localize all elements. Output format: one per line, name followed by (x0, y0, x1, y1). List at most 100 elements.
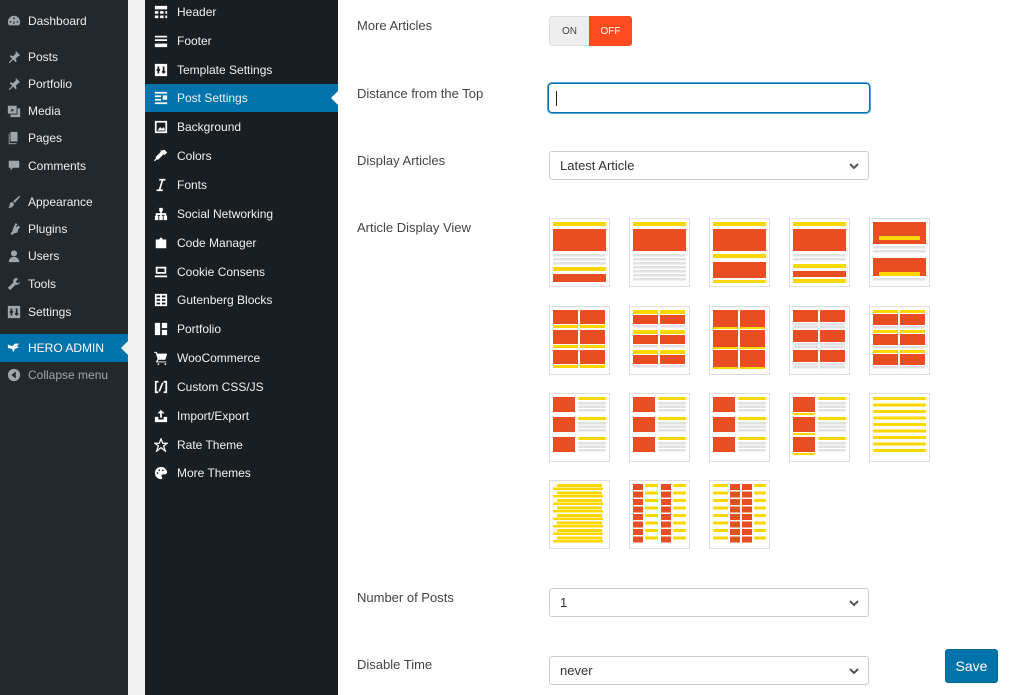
menu-label: Collapse menu (28, 368, 109, 382)
article-view-option-12[interactable] (629, 393, 690, 462)
chevron-down-icon (848, 665, 860, 677)
article-view-option-2[interactable] (629, 218, 690, 287)
menu-item-comments[interactable]: Comments (0, 152, 128, 180)
article-view-option-5[interactable] (869, 218, 930, 287)
menu-item-portfolio[interactable]: Portfolio (0, 70, 128, 98)
menu-item-tools[interactable]: Tools (0, 270, 128, 298)
article-view-option-11[interactable] (549, 393, 610, 462)
submenu-item-gutenberg-blocks[interactable]: Gutenberg Blocks (145, 286, 338, 314)
article-view-option-17[interactable] (629, 480, 690, 549)
save-button[interactable]: Save (945, 649, 998, 683)
media-icon (7, 104, 21, 118)
article-display-view-label: Article Display View (357, 220, 471, 235)
layout-thumbnail (793, 397, 846, 455)
palette-icon (154, 466, 168, 480)
submenu-item-woocommerce[interactable]: WooCommerce (145, 344, 338, 372)
layout-thumbnail (873, 310, 925, 369)
portfolio-icon (154, 322, 168, 336)
menu-item-dashboard[interactable]: Dashboard (0, 7, 128, 35)
submenu-item-code-manager[interactable]: Code Manager (145, 229, 338, 257)
menu-item-posts[interactable]: Posts (0, 43, 128, 71)
submenu-label: Template Settings (177, 63, 273, 77)
disable-time-select[interactable]: never (549, 656, 869, 685)
chevron-down-icon (848, 160, 860, 172)
submenu-item-header[interactable]: Header (145, 0, 338, 26)
number-posts-select[interactable]: 1 (549, 588, 869, 617)
menu-label: Media (28, 104, 61, 118)
submenu-item-social-networking[interactable]: Social Networking (145, 200, 338, 228)
submenu-label: Footer (177, 34, 212, 48)
article-view-option-18[interactable] (709, 480, 770, 549)
select-value: never (560, 663, 593, 678)
select-value: Latest Article (560, 158, 635, 173)
article-view-option-1[interactable] (549, 218, 610, 287)
cart-icon (154, 351, 168, 365)
chevron-down-icon (848, 597, 860, 609)
submenu-item-cookie-consens[interactable]: Cookie Consens (145, 258, 338, 286)
layout-thumbnail (713, 484, 766, 543)
submenu-item-import-export[interactable]: Import/Export (145, 402, 338, 430)
user-icon (7, 249, 21, 263)
submenu-label: Background (177, 120, 242, 134)
more-articles-toggle[interactable]: ON OFF (549, 16, 632, 46)
eyedropper-icon (154, 149, 168, 163)
article-view-option-14[interactable] (789, 393, 850, 462)
submenu-item-template-settings[interactable]: Template Settings (145, 56, 338, 84)
submenu-label: Social Networking (177, 207, 274, 221)
menu-item-media[interactable]: Media (0, 97, 128, 125)
submenu-item-rate-theme[interactable]: Rate Theme (145, 431, 338, 459)
submenu-item-portfolio[interactable]: Portfolio (145, 315, 338, 343)
submenu-item-more-themes[interactable]: More Themes (145, 459, 338, 487)
menu-label: Posts (28, 50, 59, 64)
submenu-item-post-settings[interactable]: Post Settings (145, 84, 338, 112)
distance-top-input[interactable] (548, 83, 870, 113)
article-view-option-4[interactable] (789, 218, 850, 287)
footer-icon (154, 34, 168, 48)
menu-label: HERO ADMIN (28, 341, 105, 355)
menu-item-appearance[interactable]: Appearance (0, 188, 128, 216)
code-icon (154, 236, 168, 250)
menu-label: Portfolio (28, 77, 73, 91)
layout-thumbnail (633, 484, 686, 543)
article-view-option-15[interactable] (869, 393, 930, 462)
submenu-item-fonts[interactable]: Fonts (145, 171, 338, 199)
layout-thumbnail (633, 397, 686, 452)
menu-item-hero-admin[interactable]: HERO ADMIN (0, 334, 128, 362)
article-view-option-7[interactable] (629, 306, 690, 375)
submenu-item-footer[interactable]: Footer (145, 27, 338, 55)
submenu-label: Rate Theme (177, 438, 243, 452)
menu-item-settings[interactable]: Settings (0, 298, 128, 326)
article-view-option-10[interactable] (869, 306, 930, 375)
upload-icon (154, 409, 168, 423)
collapse-menu-button[interactable]: Collapse menu (0, 361, 128, 389)
menu-item-users[interactable]: Users (0, 242, 128, 270)
menu-item-plugins[interactable]: Plugins (0, 215, 128, 243)
submenu-item-colors[interactable]: Colors (145, 142, 338, 170)
toggle-off-option[interactable]: OFF (589, 16, 632, 46)
article-view-option-6[interactable] (549, 306, 610, 375)
article-view-option-16[interactable] (549, 480, 610, 549)
layout-thumbnail (873, 222, 926, 281)
menu-label: Dashboard (28, 14, 87, 28)
menu-item-pages[interactable]: Pages (0, 124, 128, 152)
article-view-option-8[interactable] (709, 306, 770, 375)
submenu-item-background[interactable]: Background (145, 113, 338, 141)
number-posts-label: Number of Posts (357, 590, 454, 605)
toggle-on-option[interactable]: ON (549, 16, 589, 46)
template-icon (154, 63, 168, 77)
admin-sidebar: Dashboard Posts Portfolio Media Pages Co… (0, 0, 128, 695)
hero-admin-submenu: Header Footer Template Settings Post Set… (145, 0, 338, 695)
article-view-option-13[interactable] (709, 393, 770, 462)
layout-thumbnail (713, 222, 766, 283)
article-view-option-3[interactable] (709, 218, 770, 287)
submenu-label: Header (177, 5, 217, 19)
submenu-label: Code Manager (177, 236, 257, 250)
menu-label: Pages (28, 131, 63, 145)
header-icon (154, 5, 168, 19)
submenu-label: Post Settings (177, 91, 248, 105)
table-icon (154, 293, 168, 307)
submenu-item-custom-css-js[interactable]: Custom CSS/JS (145, 373, 338, 401)
display-articles-select[interactable]: Latest Article (549, 151, 869, 180)
sidebar-gap (128, 0, 145, 695)
article-view-option-9[interactable] (789, 306, 850, 375)
